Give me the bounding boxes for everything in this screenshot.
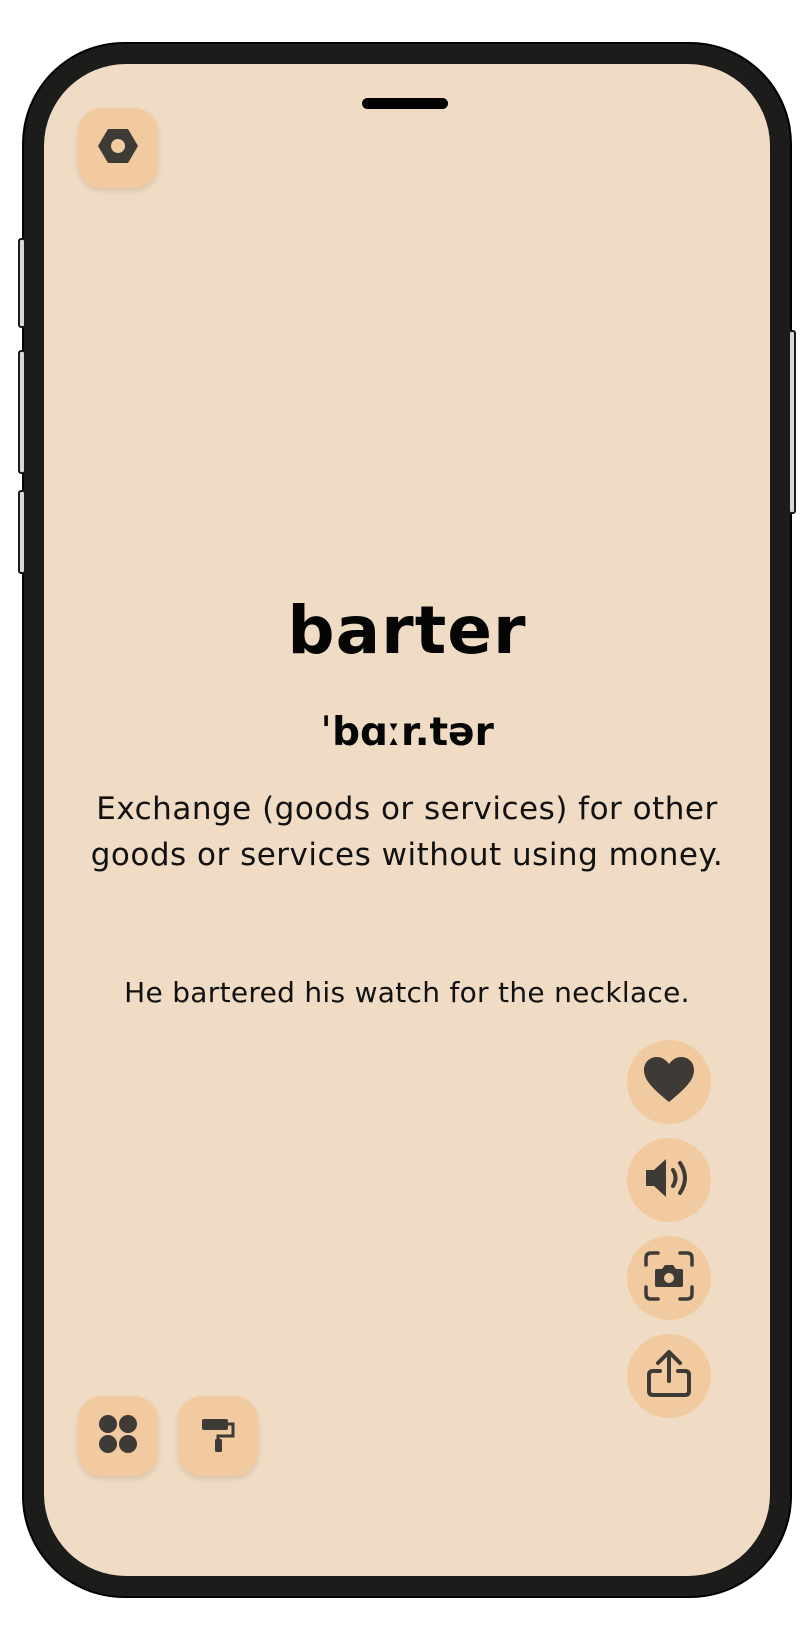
grid-icon [97, 1413, 139, 1459]
favorite-button[interactable] [627, 1040, 711, 1124]
heart-icon [642, 1056, 696, 1108]
phone-side-button [18, 350, 26, 474]
share-icon [645, 1349, 693, 1403]
screenshot-button[interactable] [627, 1236, 711, 1320]
themes-button[interactable] [178, 1396, 258, 1476]
phone-side-button [18, 238, 26, 328]
drag-handle[interactable] [362, 98, 448, 109]
paint-roller-icon [198, 1414, 238, 1458]
word-phonetic: ˈbɑːr.tər [320, 710, 494, 755]
phone-side-button [788, 330, 796, 514]
camera-icon [643, 1250, 695, 1306]
word-definition: Exchange (goods or services) for other g… [90, 791, 724, 873]
settings-button[interactable] [78, 108, 158, 188]
pronounce-button[interactable] [627, 1138, 711, 1222]
categories-button[interactable] [78, 1396, 158, 1476]
share-button[interactable] [627, 1334, 711, 1418]
hexagon-nut-icon [97, 125, 139, 171]
phone-side-button [18, 490, 26, 574]
app-screen: barter ˈbɑːr.tər Exchange (goods or serv… [44, 64, 770, 1576]
word-title: barter [287, 592, 527, 669]
speaker-icon [644, 1156, 694, 1204]
word-example: He bartered his watch for the necklace. [124, 976, 690, 1009]
